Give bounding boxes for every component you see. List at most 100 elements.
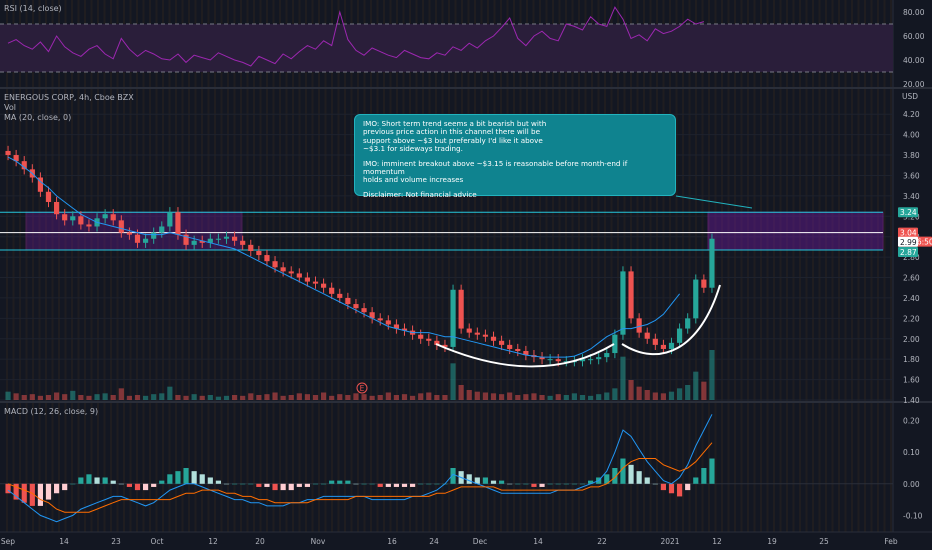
macd-hist-bar xyxy=(207,477,213,484)
candle-body xyxy=(377,318,383,321)
zone-right xyxy=(707,211,884,251)
volume-bar xyxy=(410,395,416,400)
session-stripe xyxy=(279,0,281,532)
macd-hist-bar xyxy=(644,477,650,484)
macd-hist-bar xyxy=(102,477,108,484)
session-stripe xyxy=(630,0,632,532)
candle-body xyxy=(345,297,351,305)
price-tick-label: 3.60 xyxy=(903,171,920,180)
macd-hist-bar xyxy=(45,483,52,500)
candle-body xyxy=(126,232,132,235)
volume-bar xyxy=(523,394,529,400)
session-stripe xyxy=(389,0,392,532)
volume-bar xyxy=(385,392,391,400)
candle-body xyxy=(677,328,683,343)
macd-hist-bar xyxy=(312,483,319,485)
volume-bar xyxy=(660,393,666,400)
session-stripe xyxy=(142,0,145,532)
volume-bar xyxy=(5,391,11,400)
session-stripe xyxy=(825,0,827,532)
price-tick-label: 2.60 xyxy=(903,274,920,283)
macd-hist-bar xyxy=(377,483,383,487)
candle-body xyxy=(660,344,666,349)
analysis-callout[interactable]: IMO: Short term trend seems a bit bearis… xyxy=(354,114,676,199)
session-stripe xyxy=(779,0,782,532)
candle-body xyxy=(256,250,262,256)
session-stripe xyxy=(838,0,840,532)
volume-bar xyxy=(555,394,561,400)
volume-bar xyxy=(329,395,335,400)
session-stripe xyxy=(812,0,814,532)
session-stripe xyxy=(305,0,307,532)
session-stripe xyxy=(25,0,28,532)
volume-bar xyxy=(175,395,181,400)
macd-hist-bar xyxy=(499,480,505,484)
session-stripe xyxy=(123,0,125,532)
price-tick-label: 1.40 xyxy=(903,396,920,405)
candle-body xyxy=(240,240,246,245)
volume-legend: Vol xyxy=(4,103,16,112)
time-tick-label: 12 xyxy=(712,537,722,546)
macd-hist-bar xyxy=(418,483,424,485)
price-tag-label: 2.99 xyxy=(900,238,917,247)
candle-body xyxy=(175,212,181,235)
session-stripe xyxy=(240,0,242,532)
session-stripe xyxy=(526,0,528,532)
volume-bar xyxy=(78,395,84,400)
session-stripe xyxy=(851,0,853,532)
session-stripe xyxy=(675,0,678,532)
volume-bar xyxy=(515,395,521,400)
macd-hist-bar xyxy=(507,483,513,485)
time-tick-label: 22 xyxy=(597,537,607,546)
session-stripe xyxy=(610,0,613,532)
candle-body xyxy=(78,216,84,225)
session-stripe xyxy=(38,0,41,532)
session-stripe xyxy=(246,0,249,532)
chart-canvas[interactable]: 80.00 60.00 40.00 20.00 RSI (14, close) 4.2… xyxy=(0,0,932,550)
session-stripe xyxy=(350,0,353,532)
macd-hist-bar xyxy=(668,483,675,494)
candle-body xyxy=(86,224,92,227)
callout-disclaimer: Disclaimer: Not financial advice xyxy=(363,189,477,199)
macd-hist-bar xyxy=(143,483,149,491)
candle-body xyxy=(102,214,108,219)
volume-bar xyxy=(442,395,448,400)
volume-bar xyxy=(482,392,488,400)
candle-body xyxy=(628,271,634,319)
volume-bar xyxy=(159,393,165,400)
volume-bar xyxy=(377,395,383,400)
macd-hist-bar xyxy=(264,483,270,487)
volume-bar xyxy=(604,392,610,400)
macd-hist-bar xyxy=(94,477,100,484)
macd-hist-bar xyxy=(523,483,529,485)
time-tick-label: Sep xyxy=(1,537,15,546)
volume-bar xyxy=(353,393,359,400)
macd-hist-bar xyxy=(547,483,553,485)
rsi-title: RSI (14, close) xyxy=(4,4,62,13)
candle-body xyxy=(361,308,367,313)
macd-hist-bar xyxy=(571,483,577,485)
candle-body xyxy=(5,150,11,156)
macd-title: MACD (12, 26, close, 9) xyxy=(4,407,98,416)
volume-bar xyxy=(62,394,68,400)
candle-body xyxy=(70,216,76,221)
candle-body xyxy=(588,359,594,361)
callout-paragraph-1: IMO: Short term trend seems a bit bearis… xyxy=(363,119,547,154)
candle-body xyxy=(644,332,650,339)
volume-bar xyxy=(207,395,213,400)
volume-bar xyxy=(434,395,440,400)
candle-body xyxy=(134,234,141,243)
chart-background xyxy=(0,0,932,550)
candle-body xyxy=(418,334,424,339)
session-stripe xyxy=(201,0,203,532)
volume-bar xyxy=(709,350,715,400)
session-stripe xyxy=(227,0,229,532)
volume-bar xyxy=(693,371,699,400)
session-stripe xyxy=(90,0,93,532)
session-stripe xyxy=(714,0,717,532)
macd-hist-bar xyxy=(21,483,27,503)
volume-bar xyxy=(110,395,116,400)
macd-hist-bar xyxy=(361,483,367,485)
session-stripe xyxy=(370,0,372,532)
session-stripe xyxy=(259,0,262,532)
